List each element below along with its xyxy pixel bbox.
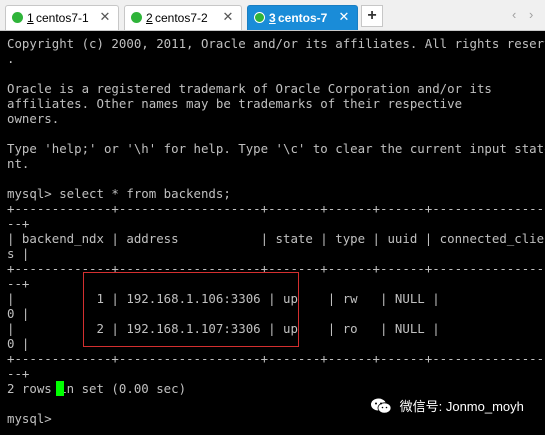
- tab-bar: 1 centos7-1 ✕ 2 centos7-2 ✕ 3 centos-7 ✕…: [0, 0, 545, 31]
- watermark-text: 微信号: Jonmo_moyh: [399, 399, 524, 414]
- highlight-annotation: [83, 272, 299, 347]
- tab-label: centos7-2: [155, 11, 208, 25]
- close-tab-icon[interactable]: ✕: [221, 9, 235, 25]
- tab-centos7-1[interactable]: 1 centos7-1 ✕: [5, 5, 119, 30]
- tab-label: centos7-1: [36, 11, 89, 25]
- terminal-cursor: [56, 381, 64, 396]
- close-tab-icon[interactable]: ✕: [337, 9, 351, 25]
- connected-status-icon: [131, 12, 142, 23]
- close-tab-icon[interactable]: ✕: [98, 9, 112, 25]
- tab-number: 3: [269, 11, 276, 25]
- scroll-tabs-right-icon[interactable]: ›: [529, 7, 533, 22]
- tab-centos-7[interactable]: 3 centos-7 ✕: [247, 5, 358, 30]
- tab-centos7-2[interactable]: 2 centos7-2 ✕: [124, 5, 242, 30]
- tab-label: centos-7: [278, 11, 328, 25]
- terminal-pane[interactable]: Copyright (c) 2000, 2011, Oracle and/or …: [0, 31, 545, 435]
- watermark: 微信号: Jonmo_moyh: [370, 396, 524, 420]
- wechat-icon: [371, 398, 392, 414]
- terminal-output: Copyright (c) 2000, 2011, Oracle and/or …: [7, 36, 545, 426]
- connected-status-icon: [12, 12, 23, 23]
- tab-number: 1: [27, 11, 34, 25]
- scroll-tabs-left-icon[interactable]: ‹: [512, 7, 516, 22]
- new-tab-button[interactable]: +: [361, 5, 383, 27]
- tab-number: 2: [146, 11, 153, 25]
- connected-status-icon: [254, 12, 265, 23]
